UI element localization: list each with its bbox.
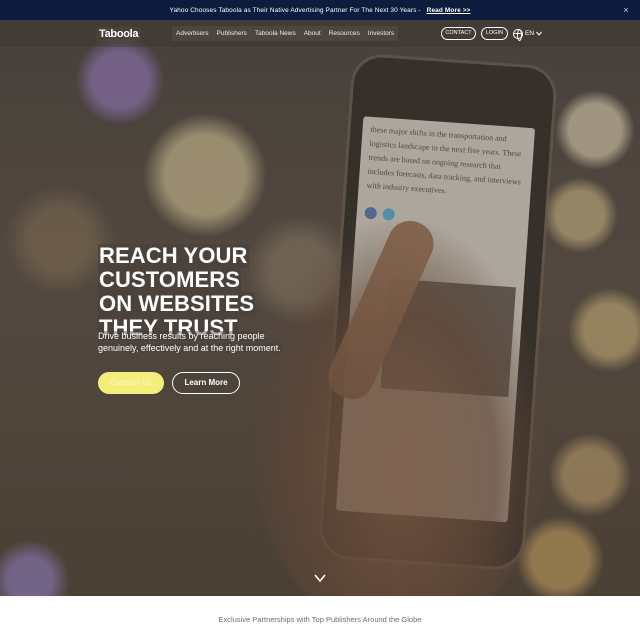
language-label: EN — [525, 30, 535, 37]
contact-button[interactable]: CONTACT — [441, 27, 476, 40]
menu-item-about[interactable]: About — [300, 26, 325, 41]
top-navigation: Taboola Advertisers Publishers Taboola N… — [0, 20, 640, 47]
menu-item-advertisers[interactable]: Advertisers — [172, 26, 213, 41]
contact-us-button[interactable]: Contact Us — [98, 372, 164, 394]
taboola-logo[interactable]: Taboola — [96, 27, 142, 41]
announcement-text: Yahoo Chooses Taboola as Their Native Ad… — [169, 6, 421, 14]
headline-line: REACH YOUR — [98, 243, 249, 268]
login-button[interactable]: LOGIN — [481, 27, 508, 40]
hero-overlay — [0, 20, 640, 596]
partners-section: Exclusive Partnerships with Top Publishe… — [0, 596, 640, 640]
hero-section: these major shifts in the transportation… — [0, 20, 640, 596]
read-more-link[interactable]: Read More >> — [427, 7, 471, 14]
globe-icon — [513, 28, 523, 41]
menu-item-investors[interactable]: Investors — [364, 26, 398, 41]
chevron-down-icon[interactable] — [312, 572, 328, 584]
hero-headline: REACH YOUR CUSTOMERS ON WEBSITES THEY TR… — [98, 244, 278, 340]
menu-item-resources[interactable]: Resources — [325, 26, 364, 41]
announcement-bar: Yahoo Chooses Taboola as Their Native Ad… — [0, 0, 640, 20]
main-menu: Advertisers Publishers Taboola News Abou… — [172, 26, 399, 41]
chevron-down-icon — [536, 31, 542, 36]
language-selector[interactable]: EN — [513, 27, 542, 41]
hero-subtext-label: Drive business results by reaching peopl… — [98, 331, 281, 353]
partners-heading: Exclusive Partnerships with Top Publishe… — [218, 615, 422, 624]
headline-line: ON WEBSITES — [98, 291, 256, 316]
hero-subtext: Drive business results by reaching peopl… — [98, 330, 298, 354]
menu-item-taboola-news[interactable]: Taboola News — [251, 26, 300, 41]
menu-item-publishers[interactable]: Publishers — [213, 26, 251, 41]
learn-more-button[interactable]: Learn More — [172, 372, 240, 394]
close-icon[interactable]: × — [620, 4, 632, 16]
headline-line: CUSTOMERS — [98, 267, 242, 292]
